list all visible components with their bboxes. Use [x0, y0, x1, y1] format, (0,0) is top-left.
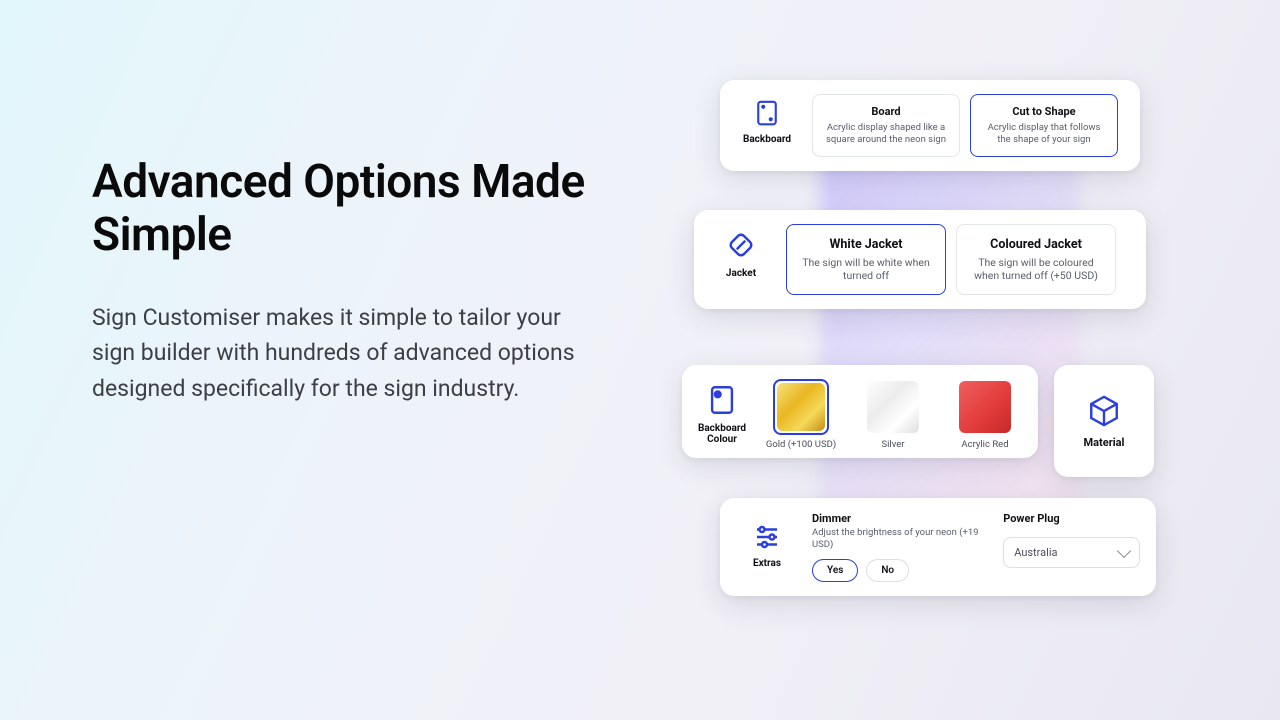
backboard-colour-card: Backboard Colour Gold (+100 USD) Silver …	[682, 365, 1038, 458]
power-plug-title: Power Plug	[1003, 512, 1140, 525]
swatch-name: Acrylic Red	[961, 439, 1008, 450]
option-title: Cut to Shape	[983, 105, 1105, 118]
options-showcase: Backboard Board Acrylic display shaped l…	[680, 60, 1200, 660]
sliders-icon	[752, 522, 782, 552]
backboard-card: Backboard Board Acrylic display shaped l…	[720, 80, 1140, 171]
extras-label: Extras	[753, 558, 781, 569]
option-desc: Acrylic display that follows the shape o…	[983, 122, 1105, 146]
backboard-option-board[interactable]: Board Acrylic display shaped like a squa…	[812, 94, 960, 157]
swatch-name: Gold (+100 USD)	[766, 439, 836, 450]
swatch-name: Silver	[881, 439, 904, 450]
power-plug-block: Power Plug Australia	[1003, 512, 1140, 582]
dimmer-title: Dimmer	[812, 512, 979, 525]
material-label: Material	[1084, 436, 1125, 449]
backboard-icon	[752, 98, 782, 128]
swatch-silver[interactable]: Silver	[854, 379, 932, 450]
jacket-side-label: Jacket	[710, 224, 772, 279]
jacket-icon	[724, 228, 758, 262]
backboard-colour-side-label: Backboard Colour	[696, 379, 748, 445]
dimmer-no[interactable]: No	[866, 559, 909, 582]
option-desc: The sign will be coloured when turned of…	[971, 256, 1101, 282]
dimmer-yes[interactable]: Yes	[812, 559, 858, 582]
option-desc: The sign will be white when turned off	[801, 256, 931, 282]
option-desc: Acrylic display shaped like a square aro…	[825, 122, 947, 146]
dimmer-desc: Adjust the brightness of your neon (+19 …	[812, 527, 979, 551]
option-title: Board	[825, 105, 947, 118]
chevron-down-icon	[1117, 543, 1131, 557]
hero-subtext: Sign Customiser makes it simple to tailo…	[92, 300, 592, 407]
jacket-option-coloured[interactable]: Coloured Jacket The sign will be coloure…	[956, 224, 1116, 295]
hero-heading: Advanced Options Made Simple	[92, 156, 592, 262]
backboard-option-cut-to-shape[interactable]: Cut to Shape Acrylic display that follow…	[970, 94, 1118, 157]
material-card[interactable]: Material	[1054, 365, 1154, 477]
backboard-side-label: Backboard	[736, 94, 798, 145]
dimmer-block: Dimmer Adjust the brightness of your neo…	[812, 512, 979, 582]
power-plug-value: Australia	[1014, 546, 1057, 559]
backboard-colour-icon	[705, 383, 739, 417]
jacket-card: Jacket White Jacket The sign will be whi…	[694, 210, 1146, 309]
extras-side-label: Extras	[736, 512, 798, 569]
jacket-label: Jacket	[726, 268, 756, 279]
backboard-colour-label: Backboard Colour	[696, 423, 748, 445]
jacket-option-white[interactable]: White Jacket The sign will be white when…	[786, 224, 946, 295]
option-title: White Jacket	[801, 237, 931, 252]
option-title: Coloured Jacket	[971, 237, 1101, 252]
swatch-gold[interactable]: Gold (+100 USD)	[762, 379, 840, 450]
swatch-acrylic-red[interactable]: Acrylic Red	[946, 379, 1024, 450]
power-plug-select[interactable]: Australia	[1003, 537, 1140, 568]
extras-card: Extras Dimmer Adjust the brightness of y…	[720, 498, 1156, 596]
cube-icon	[1087, 394, 1121, 428]
backboard-label: Backboard	[743, 134, 791, 145]
